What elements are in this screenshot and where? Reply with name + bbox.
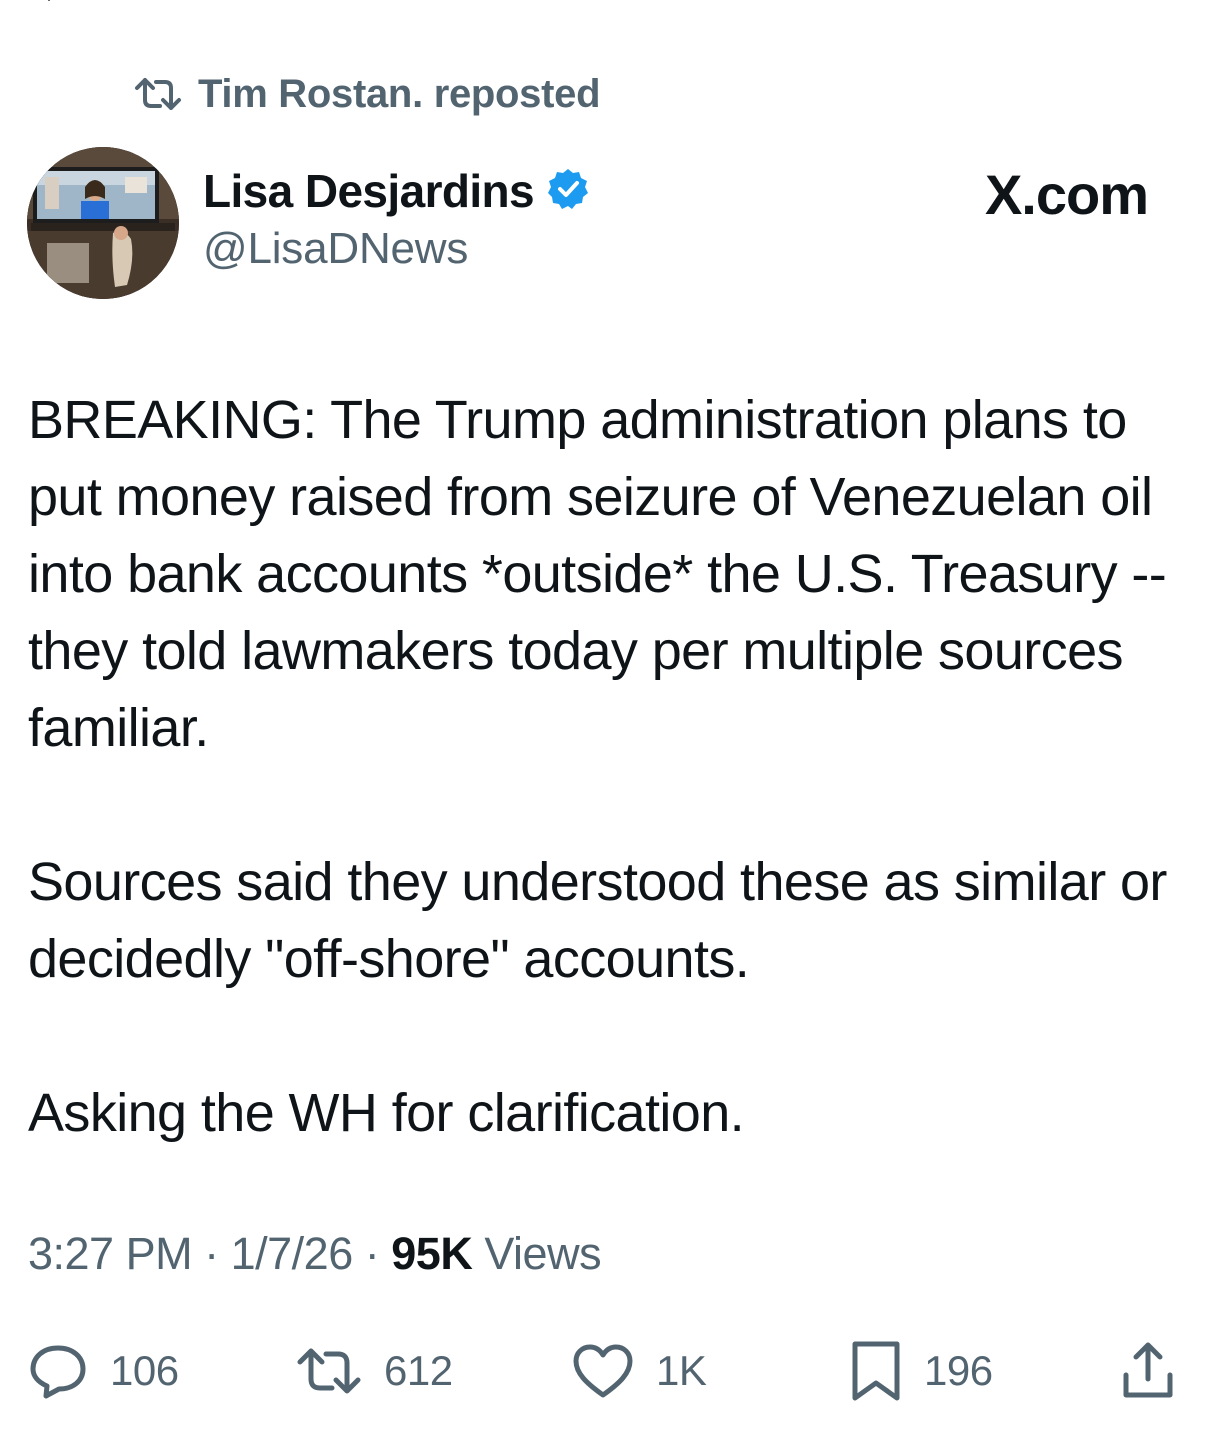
reply-icon: [28, 1343, 88, 1399]
bookmark-button[interactable]: 196: [850, 1336, 993, 1406]
author-handle[interactable]: @LisaDNews: [203, 224, 590, 274]
share-icon: [1120, 1341, 1176, 1401]
tweet-paragraph: BREAKING: The Trump administration plans…: [28, 390, 1167, 758]
tweet-time[interactable]: 3:27 PM: [28, 1228, 193, 1279]
author-display-name[interactable]: Lisa Desjardins: [203, 164, 535, 218]
x-com-watermark: X.com: [984, 163, 1149, 226]
verified-badge-icon: [546, 167, 590, 216]
reply-button[interactable]: 106: [28, 1336, 179, 1406]
bookmark-icon: [850, 1340, 902, 1402]
back-chevron-icon[interactable]: [40, 0, 58, 4]
meta-separator: ·: [364, 1228, 380, 1279]
tweet-paragraph: Sources said they understood these as si…: [28, 852, 1167, 989]
repost-count: 612: [384, 1347, 453, 1394]
share-button[interactable]: [1120, 1336, 1176, 1406]
views-label[interactable]: Views: [484, 1228, 601, 1279]
like-button[interactable]: 1K: [572, 1336, 707, 1406]
reply-count: 106: [110, 1347, 179, 1394]
tweet-meta: 3:27 PM · 1/7/26 · 95K Views: [28, 1228, 602, 1280]
meta-separator: ·: [204, 1228, 219, 1279]
repost-banner[interactable]: Tim Rostan. reposted: [134, 68, 601, 120]
repost-icon: [134, 76, 182, 112]
views-count[interactable]: 95K: [391, 1228, 473, 1279]
repost-button[interactable]: 612: [296, 1336, 453, 1406]
like-count: 1K: [656, 1347, 707, 1394]
action-bar: 106 612 1K 196: [0, 1336, 1206, 1406]
repost-icon: [296, 1346, 362, 1396]
tweet-paragraph: Asking the WH for clarification.: [28, 1083, 745, 1143]
avatar[interactable]: [27, 147, 179, 299]
tweet-date[interactable]: 1/7/26: [231, 1228, 354, 1279]
like-icon: [572, 1343, 634, 1399]
author-block[interactable]: Lisa Desjardins @LisaDNews: [203, 160, 590, 274]
repost-banner-text: Tim Rostan. reposted: [198, 71, 601, 116]
bookmark-count: 196: [924, 1347, 993, 1394]
tweet-text: BREAKING: The Trump administration plans…: [28, 382, 1178, 1152]
